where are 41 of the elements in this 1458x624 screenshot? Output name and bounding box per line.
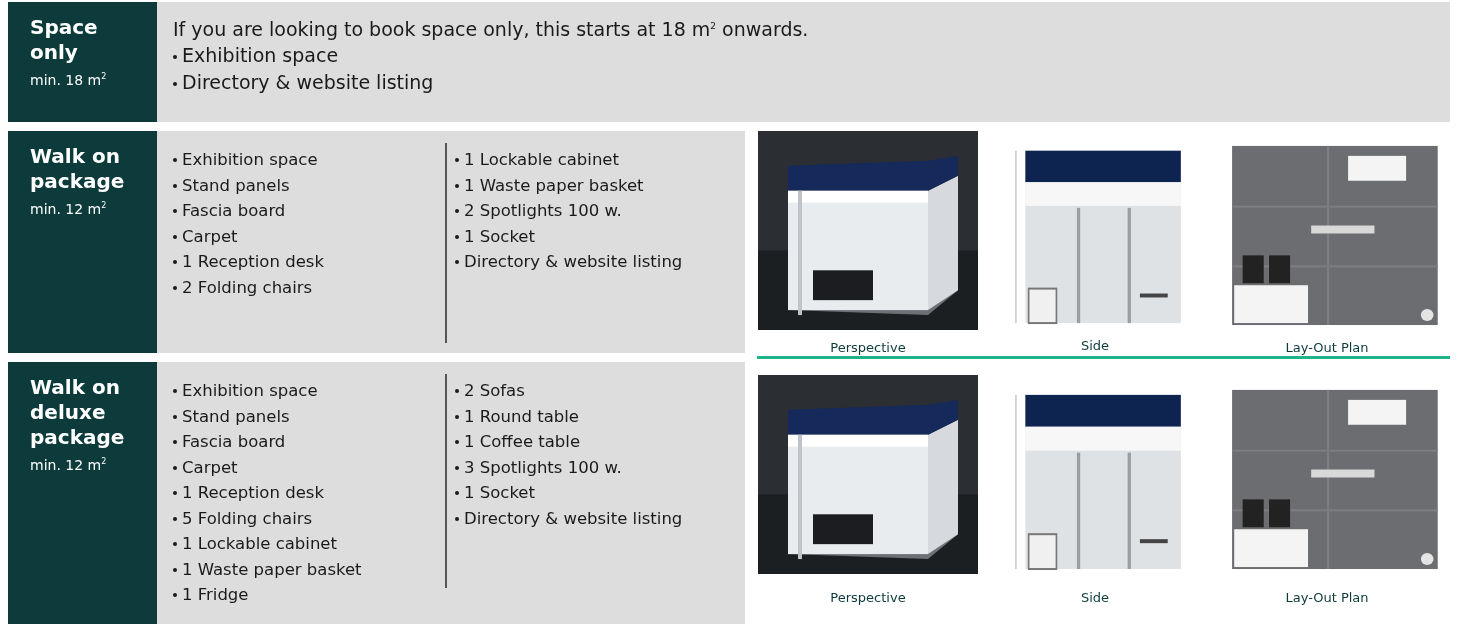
minimum-size: min. 18 m$^{2}$	[30, 70, 108, 90]
feature-item: 1 Round table	[455, 403, 707, 429]
minimum-size: min. 12 m$^{2}$	[30, 199, 108, 219]
feature-item: Exhibition space	[173, 42, 445, 70]
feature-item: Stand panels	[173, 172, 445, 198]
feature-item: Exhibition space	[173, 378, 445, 404]
feature-item: 5 Folding chairs	[173, 505, 445, 531]
view-caption: Perspective	[830, 340, 906, 355]
feature-item: 3 Spotlights 100 w.	[455, 454, 707, 480]
feature-item: Directory & website listing	[455, 249, 707, 275]
feature-item: 2 Spotlights 100 w.	[455, 198, 707, 224]
package-title: Space only	[30, 15, 99, 65]
feature-item: Carpet	[173, 223, 445, 249]
view-caption: Side	[1080, 590, 1110, 605]
feature-item: 1 Socket	[455, 223, 707, 249]
feature-item: Directory & website listing	[173, 69, 445, 97]
feature-item: 1 Reception desk	[173, 249, 445, 275]
feature-item: Directory & website listing	[455, 505, 707, 531]
feature-item: 2 Sofas	[455, 378, 707, 404]
feature-item: 1 Waste paper basket	[173, 556, 445, 582]
feature-item: 1 Fridge	[173, 582, 445, 608]
view-caption: Lay-Out Plan	[1285, 590, 1369, 605]
intro-text: If you are looking to book space only, this starts at 18 m$^{2}$ onwards.	[173, 17, 810, 43]
view-caption: Perspective	[830, 590, 906, 605]
package-title: Walk on deluxe package	[30, 375, 126, 450]
feature-item: 2 Folding chairs	[173, 274, 445, 300]
feature-item: 1 Lockable cabinet	[455, 147, 707, 173]
package-title: Walk on package	[30, 144, 126, 194]
feature-item: 1 Socket	[455, 480, 707, 506]
feature-item: 1 Lockable cabinet	[173, 531, 445, 557]
minimum-size: min. 12 m$^{2}$	[30, 455, 108, 475]
view-caption: Lay-Out Plan	[1285, 340, 1369, 355]
feature-item: 1 Reception desk	[173, 480, 445, 506]
feature-item: Fascia board	[173, 429, 445, 455]
feature-item: Stand panels	[173, 403, 445, 429]
feature-item: Carpet	[173, 454, 445, 480]
feature-item: 1 Coffee table	[455, 429, 707, 455]
view-caption: Side	[1080, 338, 1110, 353]
feature-item: 1 Waste paper basket	[455, 172, 707, 198]
feature-item: Exhibition space	[173, 147, 445, 173]
feature-item: Fascia board	[173, 198, 445, 224]
